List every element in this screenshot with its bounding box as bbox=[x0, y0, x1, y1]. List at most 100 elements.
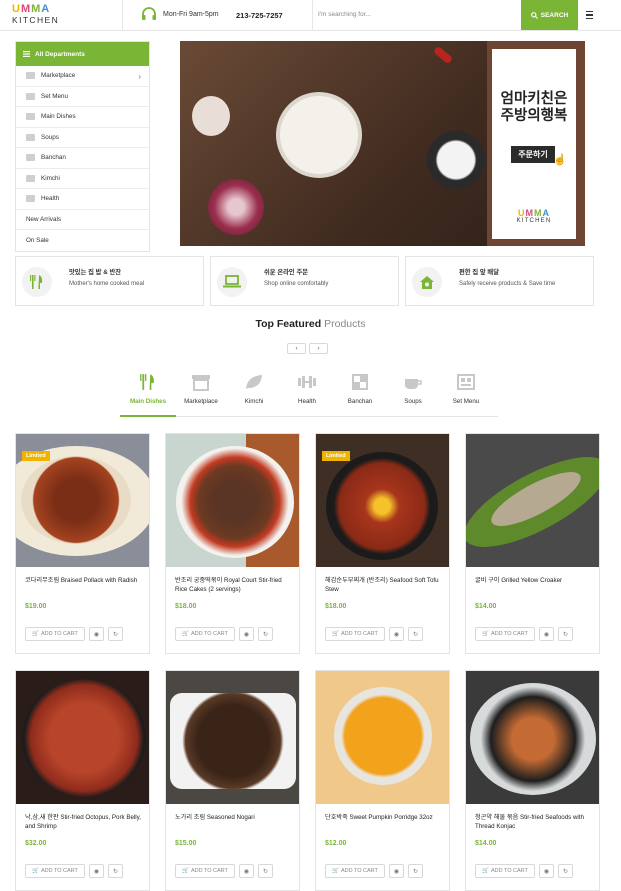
dept-item-banchan[interactable]: Banchan bbox=[16, 148, 149, 169]
departments-header[interactable]: All Departments bbox=[16, 42, 149, 66]
departments-menu: All Departments Marketplace › Set Menu Ma… bbox=[15, 41, 150, 252]
product-price: $12.00 bbox=[325, 840, 347, 847]
tab-label: Main Dishes bbox=[129, 398, 167, 405]
quick-view-button[interactable]: ◉ bbox=[539, 864, 554, 878]
compare-button[interactable]: ↻ bbox=[108, 864, 123, 878]
quick-view-button[interactable]: ◉ bbox=[89, 864, 104, 878]
quick-view-button[interactable]: ◉ bbox=[389, 864, 404, 878]
search-input[interactable]: I'm searching for... bbox=[318, 11, 518, 18]
tab-banchan[interactable]: Banchan bbox=[332, 368, 388, 417]
add-to-cart-label: ADD TO CART bbox=[340, 631, 378, 637]
dept-item-on-sale[interactable]: On Sale bbox=[16, 230, 149, 251]
banner-photo-garlic bbox=[192, 96, 230, 136]
search-button[interactable]: SEARCH bbox=[521, 0, 578, 30]
product-image[interactable] bbox=[166, 671, 299, 804]
banner-line1: 엄마키친은 bbox=[500, 91, 568, 107]
section-title-bold: Top Featured bbox=[255, 318, 322, 330]
product-name[interactable]: 낙,삼,새 한판 Stir-fried Octopus, Pork Belly,… bbox=[25, 813, 143, 831]
store-icon bbox=[190, 372, 212, 392]
headset-icon bbox=[142, 7, 156, 20]
product-card[interactable]: Limited 해감순두부찌개 (반조리) Seafood Soft Tofu … bbox=[315, 433, 450, 654]
limited-badge: Limited bbox=[22, 451, 50, 461]
tab-set-menu[interactable]: Set Menu bbox=[438, 368, 494, 417]
business-hours: Mon-Fri 9am-5pm bbox=[141, 7, 219, 21]
product-image[interactable] bbox=[466, 671, 599, 804]
dept-item-marketplace[interactable]: Marketplace › bbox=[16, 66, 149, 87]
leaf-icon bbox=[26, 174, 35, 182]
product-name[interactable]: 코다리무조림 Braised Pollack with Radish bbox=[25, 576, 143, 585]
quick-view-button[interactable]: ◉ bbox=[539, 627, 554, 641]
product-name[interactable]: 해감순두부찌개 (반조리) Seafood Soft Tofu Stew bbox=[325, 576, 443, 594]
quick-view-button[interactable]: ◉ bbox=[239, 627, 254, 641]
header-divider bbox=[122, 0, 123, 31]
product-card[interactable]: 청곤약 해물 볶음 Stir-fried Seafoods with Threa… bbox=[465, 670, 600, 891]
compare-button[interactable]: ↻ bbox=[558, 864, 573, 878]
add-to-cart-button[interactable]: 🛒 ADD TO CART bbox=[325, 627, 385, 641]
compare-button[interactable]: ↻ bbox=[558, 627, 573, 641]
tab-soups[interactable]: Soups bbox=[385, 368, 441, 417]
tab-kimchi[interactable]: Kimchi bbox=[226, 368, 282, 417]
add-to-cart-button[interactable]: 🛒 ADD TO CART bbox=[25, 864, 85, 878]
site-logo[interactable]: UMMA KITCHEN bbox=[12, 4, 66, 26]
dept-item-label: On Sale bbox=[26, 236, 49, 244]
tab-main-dishes[interactable]: Main Dishes bbox=[120, 368, 176, 417]
tab-marketplace[interactable]: Marketplace bbox=[173, 368, 229, 417]
add-to-cart-button[interactable]: 🛒 ADD TO CART bbox=[25, 627, 85, 641]
compare-button[interactable]: ↻ bbox=[258, 627, 273, 641]
compare-button[interactable]: ↻ bbox=[108, 627, 123, 641]
tab-health[interactable]: Health bbox=[279, 368, 335, 417]
feature-subtitle: Shop online comfortably bbox=[264, 281, 329, 287]
add-to-cart-button[interactable]: 🛒 ADD TO CART bbox=[175, 627, 235, 641]
quick-view-button[interactable]: ◉ bbox=[239, 864, 254, 878]
dept-item-label: New Arrivals bbox=[26, 215, 61, 223]
refresh-icon: ↻ bbox=[562, 631, 569, 638]
eye-icon: ◉ bbox=[243, 631, 250, 638]
add-to-cart-button[interactable]: 🛒 ADD TO CART bbox=[475, 627, 535, 641]
feature-delivery: 편한 집 앞 배달 Safely receive products & Save… bbox=[405, 256, 594, 306]
phone-number[interactable]: 213-725-7257 bbox=[236, 11, 283, 20]
cart-icon: 🛒 bbox=[32, 868, 39, 874]
add-to-cart-button[interactable]: 🛒 ADD TO CART bbox=[175, 864, 235, 878]
product-card[interactable]: 굴비 구이 Grilled Yellow Croaker $14.00 🛒 ADD… bbox=[465, 433, 600, 654]
add-to-cart-button[interactable]: 🛒 ADD TO CART bbox=[325, 864, 385, 878]
add-to-cart-label: ADD TO CART bbox=[40, 868, 78, 874]
dept-item-label: Set Menu bbox=[41, 92, 68, 100]
dept-item-health[interactable]: Health bbox=[16, 189, 149, 210]
quick-view-button[interactable]: ◉ bbox=[89, 627, 104, 641]
product-card[interactable]: 반조리 궁중떡볶이 Royal Court Stir-fried Rice Ca… bbox=[165, 433, 300, 654]
product-name[interactable]: 노가리 조림 Seasoned Nogari bbox=[175, 813, 293, 822]
refresh-icon: ↻ bbox=[412, 868, 419, 875]
quick-view-button[interactable]: ◉ bbox=[389, 627, 404, 641]
product-card[interactable]: 노가리 조림 Seasoned Nogari $15.00 🛒 ADD TO CA… bbox=[165, 670, 300, 891]
product-image[interactable] bbox=[16, 671, 149, 804]
product-image[interactable] bbox=[166, 434, 299, 567]
dept-item-soups[interactable]: Soups bbox=[16, 128, 149, 148]
dept-item-label: Marketplace bbox=[41, 72, 76, 80]
compare-button[interactable]: ↻ bbox=[408, 864, 423, 878]
dept-item-set-menu[interactable]: Set Menu bbox=[16, 87, 149, 107]
product-card[interactable]: Limited 코다리무조림 Braised Pollack with Radi… bbox=[15, 433, 150, 654]
product-image[interactable] bbox=[316, 671, 449, 804]
chevron-left-icon: ‹ bbox=[295, 345, 298, 352]
hero-banner[interactable]: 엄마키친은 주방의행복 주문하기 ☝ UMMA KITCHEN bbox=[180, 41, 585, 246]
carousel-prev-button[interactable]: ‹ bbox=[287, 343, 306, 354]
product-card[interactable]: 낙,삼,새 한판 Stir-fried Octopus, Pork Belly,… bbox=[15, 670, 150, 891]
dept-item-new-arrivals[interactable]: New Arrivals bbox=[16, 210, 149, 230]
banner-order-button[interactable]: 주문하기 bbox=[511, 146, 555, 163]
tray-icon bbox=[26, 92, 35, 100]
hamburger-menu-icon[interactable] bbox=[582, 8, 596, 22]
add-to-cart-button[interactable]: 🛒 ADD TO CART bbox=[475, 864, 535, 878]
product-name[interactable]: 반조리 궁중떡볶이 Royal Court Stir-fried Rice Ca… bbox=[175, 576, 293, 594]
dept-item-kimchi[interactable]: Kimchi bbox=[16, 169, 149, 189]
product-image[interactable] bbox=[466, 434, 599, 567]
cart-icon: 🛒 bbox=[332, 868, 339, 874]
product-name[interactable]: 굴비 구이 Grilled Yellow Croaker bbox=[475, 576, 593, 585]
banner-photo-onion bbox=[208, 179, 264, 235]
dept-item-main-dishes[interactable]: Main Dishes bbox=[16, 107, 149, 128]
compare-button[interactable]: ↻ bbox=[408, 627, 423, 641]
compare-button[interactable]: ↻ bbox=[258, 864, 273, 878]
product-name[interactable]: 청곤약 해물 볶음 Stir-fried Seafoods with Threa… bbox=[475, 813, 593, 831]
product-name[interactable]: 단호박죽 Sweet Pumpkin Porridge 32oz bbox=[325, 813, 443, 822]
product-card[interactable]: 단호박죽 Sweet Pumpkin Porridge 32oz $12.00 … bbox=[315, 670, 450, 891]
carousel-next-button[interactable]: › bbox=[309, 343, 328, 354]
